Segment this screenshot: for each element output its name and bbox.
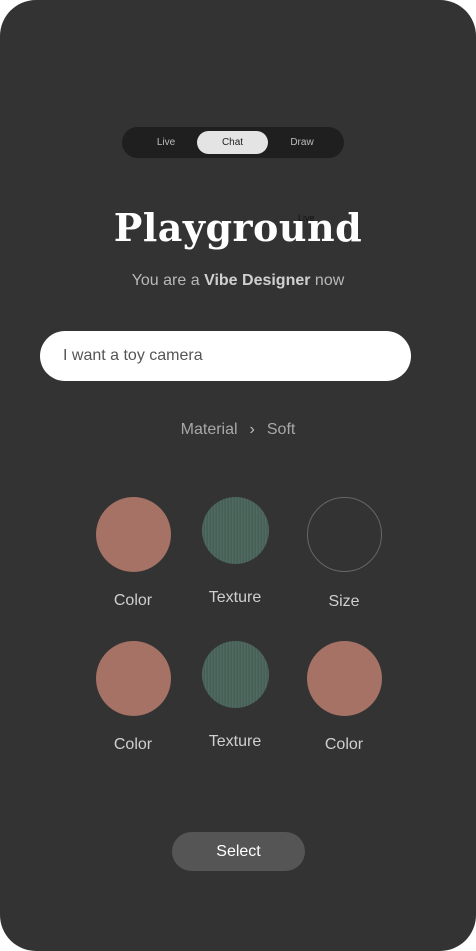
breadcrumb-item-soft[interactable]: Soft xyxy=(267,421,295,438)
option-color-1[interactable]: Color xyxy=(93,497,173,610)
title-tag: Live xyxy=(298,213,315,223)
tab-chat[interactable]: Chat xyxy=(197,131,268,154)
subtitle-prefix: You are a xyxy=(131,272,205,289)
color-swatch[interactable] xyxy=(95,641,171,716)
color-swatch[interactable] xyxy=(306,641,382,716)
subtitle: You are a Vibe Designer now xyxy=(0,272,476,290)
texture-swatch[interactable] xyxy=(201,641,269,708)
option-label: Size xyxy=(328,593,360,610)
size-swatch[interactable] xyxy=(306,497,382,572)
option-label: Texture xyxy=(208,589,262,606)
select-button[interactable]: Select xyxy=(172,832,305,871)
color-swatch[interactable] xyxy=(95,497,171,572)
option-label: Texture xyxy=(208,733,262,750)
option-size[interactable]: Size xyxy=(304,497,384,611)
tab-draw[interactable]: Draw xyxy=(272,131,332,154)
page-title: Playground xyxy=(113,205,363,250)
chevron-right-icon: › xyxy=(249,421,255,438)
option-texture-1[interactable]: Texture xyxy=(195,497,275,607)
option-label: Color xyxy=(113,592,153,609)
texture-swatch[interactable] xyxy=(201,497,269,564)
app-screen: Live Chat Draw Playground Live You are a… xyxy=(0,0,476,951)
option-label: Color xyxy=(324,736,364,753)
prompt-input[interactable]: I want a toy camera xyxy=(40,331,411,381)
option-color-3[interactable]: Color xyxy=(304,641,384,754)
option-label: Color xyxy=(113,736,153,753)
subtitle-role: Vibe Designer xyxy=(204,272,311,289)
subtitle-suffix: now xyxy=(310,272,345,289)
tab-live[interactable]: Live xyxy=(136,131,196,154)
option-texture-2[interactable]: Texture xyxy=(195,641,275,751)
option-color-2[interactable]: Color xyxy=(93,641,173,754)
breadcrumb-item-material[interactable]: Material xyxy=(181,421,238,438)
mode-segmented-control: Live Chat Draw xyxy=(122,127,344,158)
breadcrumb: Material › Soft xyxy=(0,421,476,439)
